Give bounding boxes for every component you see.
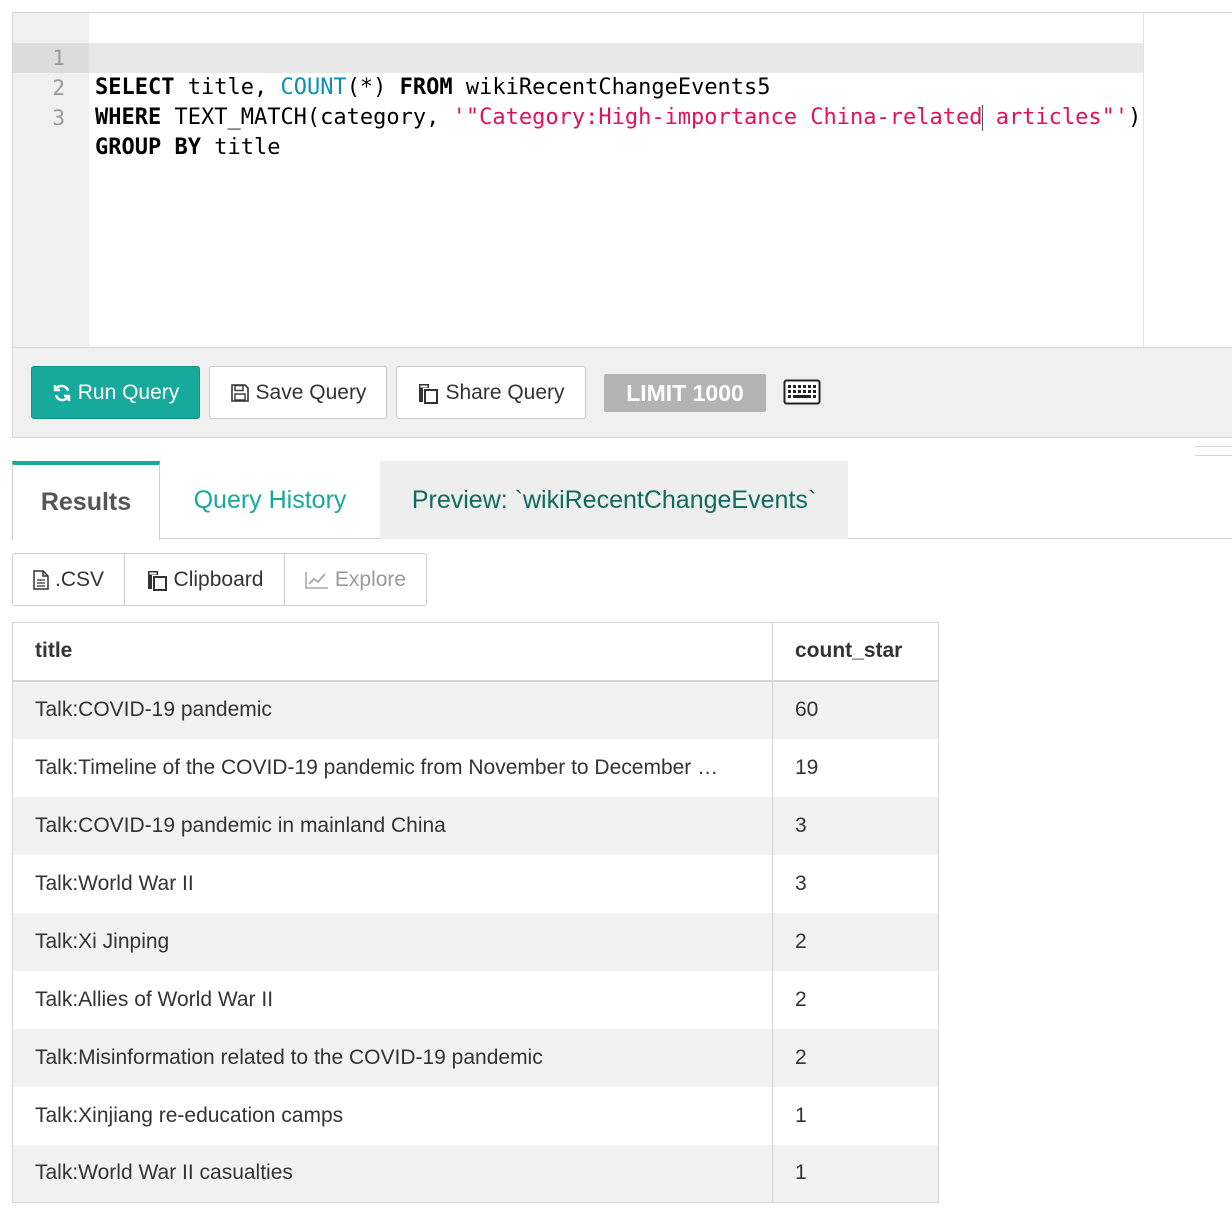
run-query-label: Run Query <box>77 380 180 404</box>
sql-editor[interactable]: 1 SELECT title, COUNT(*) FROM wikiRecent… <box>12 12 1232 348</box>
table-row: Talk:Allies of World War II 2 <box>12 970 939 1029</box>
file-icon <box>33 569 49 590</box>
save-query-label: Save Query <box>255 380 367 404</box>
cell-title: Talk:World War II <box>12 854 773 913</box>
query-toolbar: Run Query Save Query Share Query LIMIT 1… <box>12 347 1232 438</box>
explore-label: Explore <box>334 567 407 591</box>
run-query-button[interactable]: Run Query <box>31 366 200 419</box>
csv-label: .CSV <box>54 567 104 591</box>
results-table: title count_star Talk:COVID-19 pandemic 6… <box>12 622 939 1203</box>
code-text: wikiRecentChangeEvents5 <box>452 75 771 100</box>
string-literal: articles"' <box>982 105 1129 130</box>
floppy-disk-icon <box>230 383 250 403</box>
cell-count: 1 <box>772 1144 939 1203</box>
line-number: 3 <box>52 106 65 130</box>
function-name: COUNT <box>280 75 347 100</box>
cell-count: 2 <box>772 970 939 1029</box>
line-chart-icon <box>305 571 329 589</box>
copy-icon <box>417 382 439 404</box>
cell-count: 3 <box>772 854 939 913</box>
clipboard-icon <box>146 569 168 591</box>
keyword: SELECT <box>95 75 175 100</box>
code-text: title <box>200 135 281 160</box>
keyboard-icon[interactable] <box>783 379 821 405</box>
keyword: WHERE <box>95 105 162 130</box>
cell-title: Talk:World War II casualties <box>12 1144 773 1203</box>
cell-count: 3 <box>772 796 939 855</box>
csv-button[interactable]: .CSV <box>12 553 125 606</box>
cell-count: 2 <box>772 1028 939 1087</box>
resize-handle[interactable] <box>1195 446 1232 456</box>
tab-results[interactable]: Results <box>12 461 160 540</box>
cell-count: 60 <box>772 680 939 739</box>
code-text: (*) <box>346 75 400 100</box>
column-header-title[interactable]: title <box>12 622 773 682</box>
table-row: Talk:Timeline of the COVID-19 pandemic f… <box>12 738 939 797</box>
column-header-count-star[interactable]: count_star <box>772 622 939 682</box>
refresh-icon <box>52 383 72 403</box>
table-row: Talk:World War II 3 <box>12 854 939 913</box>
string-literal: '"Category:High-importance China-related <box>452 105 983 130</box>
table-row: Talk:COVID-19 pandemic in mainland China… <box>12 796 939 855</box>
cell-title: Talk:Misinformation related to the COVID… <box>12 1028 773 1087</box>
cell-count: 1 <box>772 1086 939 1145</box>
cell-title: Talk:Xinjiang re-education camps <box>12 1086 773 1145</box>
explore-button[interactable]: Explore <box>284 553 427 606</box>
tab-preview[interactable]: Preview: `wikiRecentChangeEvents` <box>380 461 848 539</box>
code-text: ) <box>1128 105 1142 130</box>
cell-count: 19 <box>772 738 939 797</box>
active-line-highlight <box>13 43 1143 73</box>
code-text: TEXT_MATCH(category, <box>161 105 453 130</box>
cell-title: Talk:Timeline of the COVID-19 pandemic f… <box>12 738 773 797</box>
share-query-button[interactable]: Share Query <box>396 366 586 419</box>
cell-count: 2 <box>772 912 939 971</box>
table-row: Talk:Xi Jinping 2 <box>12 912 939 971</box>
table-row: Talk:COVID-19 pandemic 60 <box>12 680 939 739</box>
keyword: FROM <box>399 75 453 100</box>
cell-title: Talk:Xi Jinping <box>12 912 773 971</box>
code-line-2[interactable]: 2 WHERE TEXT_MATCH(category, '"Category:… <box>13 43 1141 131</box>
limit-badge[interactable]: LIMIT 1000 <box>604 374 766 412</box>
table-header-row: title count_star <box>12 622 939 682</box>
code-line-3[interactable]: 3 GROUP BY title <box>13 73 280 160</box>
table-row: Talk:World War II casualties 1 <box>12 1144 939 1203</box>
print-margin <box>1143 13 1144 348</box>
save-query-button[interactable]: Save Query <box>209 366 387 419</box>
clipboard-button[interactable]: Clipboard <box>124 553 285 606</box>
tab-query-history[interactable]: Query History <box>170 461 370 539</box>
table-row: Talk:Misinformation related to the COVID… <box>12 1028 939 1087</box>
table-row: Talk:Xinjiang re-education camps 1 <box>12 1086 939 1145</box>
results-tabs: Results Query History Preview: `wikiRece… <box>12 461 1232 540</box>
cell-title: Talk:Allies of World War II <box>12 970 773 1029</box>
share-query-label: Share Query <box>445 380 565 404</box>
code-line-1[interactable]: 1 SELECT title, COUNT(*) FROM wikiRecent… <box>13 13 770 100</box>
clipboard-label: Clipboard <box>173 567 264 591</box>
export-button-group: .CSV Clipboard Explore <box>12 553 427 606</box>
keyword: GROUP BY <box>95 135 201 160</box>
cell-title: Talk:COVID-19 pandemic in mainland China <box>12 796 773 855</box>
cell-title: Talk:COVID-19 pandemic <box>12 680 773 739</box>
code-text: title, <box>174 75 281 100</box>
